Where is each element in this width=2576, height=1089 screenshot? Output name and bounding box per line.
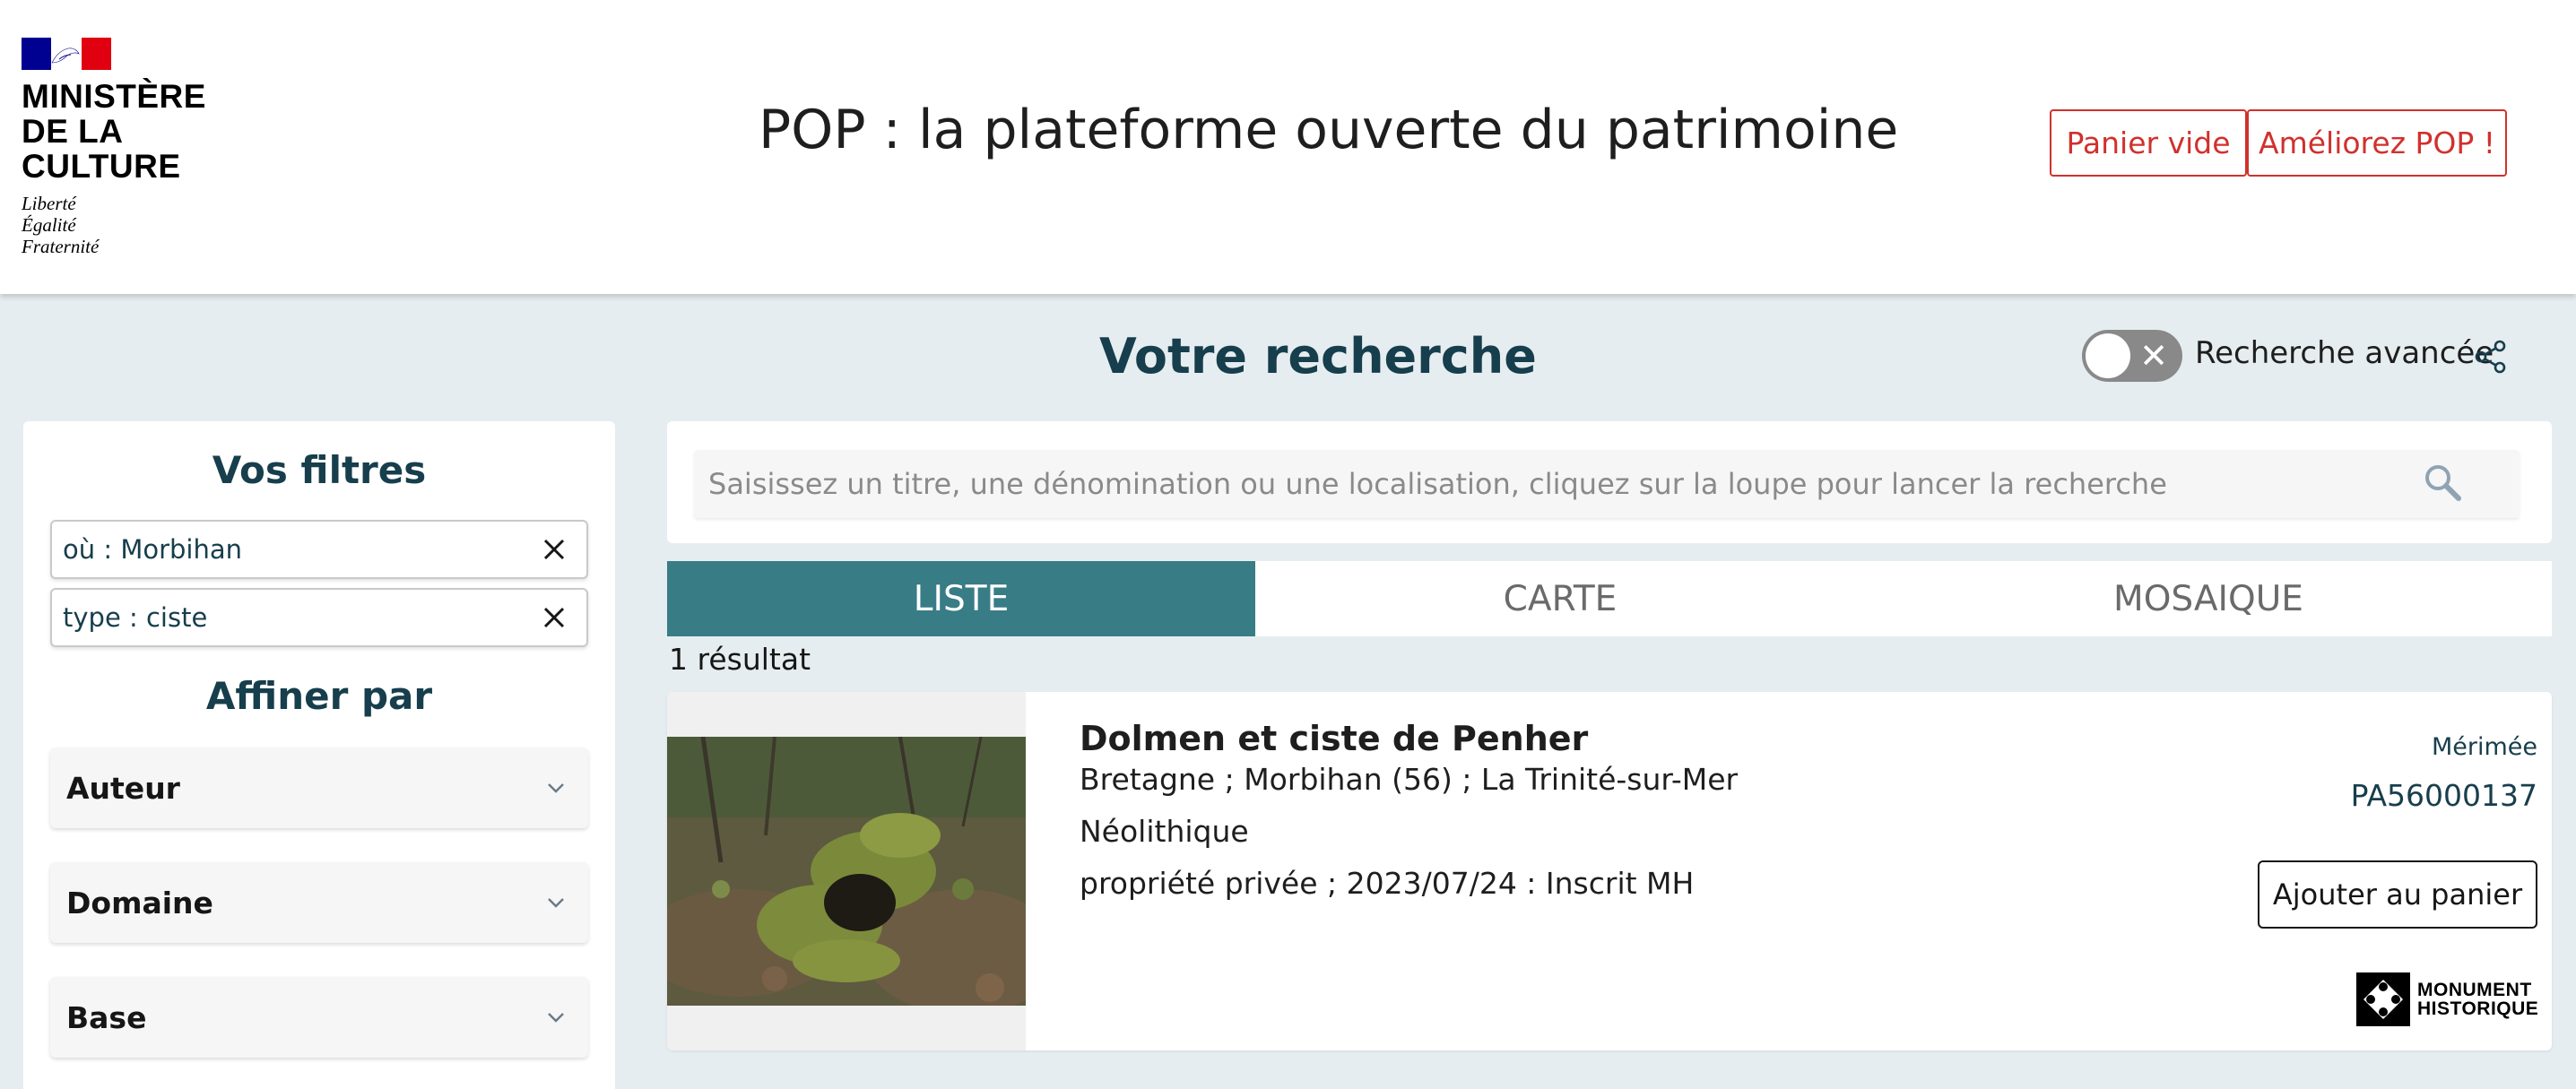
result-reference: PA56000137 — [2350, 778, 2537, 813]
result-base: Mérimée — [2431, 733, 2537, 761]
active-filter-chip[interactable]: type : ciste — [50, 588, 588, 647]
view-tabs: LISTE CARTE MOSAIQUE — [667, 561, 2552, 636]
ministry-name-line1: MINISTÈRE — [22, 78, 206, 115]
facet-auteur[interactable]: Auteur — [50, 748, 588, 828]
filter-chip-label: type : ciste — [63, 602, 208, 633]
chevron-down-icon — [548, 783, 564, 793]
share-icon[interactable] — [2473, 339, 2509, 375]
result-card[interactable]: Dolmen et ciste de Penher Bretagne ; Mor… — [667, 692, 2552, 1050]
close-icon[interactable] — [542, 537, 567, 562]
close-icon[interactable] — [542, 605, 567, 630]
result-status: propriété privée ; 2023/07/24 : Inscrit … — [1080, 866, 1695, 901]
site-title[interactable]: POP : la plateforme ouverte du patrimoin… — [759, 99, 1898, 161]
advanced-search-toggle[interactable]: ✕ — [2082, 330, 2182, 382]
add-to-cart-button[interactable]: Ajouter au panier — [2258, 860, 2537, 929]
facet-label: Base — [66, 1000, 147, 1035]
advanced-search-label[interactable]: Recherche avancée — [2195, 335, 2494, 371]
tab-mosaique[interactable]: MOSAIQUE — [1865, 561, 2552, 636]
toggle-knob — [2086, 333, 2130, 378]
search-panel — [667, 421, 2552, 543]
filters-title: Vos filtres — [212, 448, 427, 492]
facet-label: Domaine — [66, 886, 213, 920]
facet-label: Auteur — [66, 771, 180, 806]
dolmen-photo-image[interactable] — [667, 737, 1026, 1006]
filter-chip-label: où : Morbihan — [63, 534, 243, 565]
monument-historique-icon — [2356, 972, 2410, 1026]
ministry-name-line2: DE LA CULTURE — [22, 113, 181, 185]
search-input[interactable] — [694, 450, 2520, 518]
ministry-logo[interactable]: MINISTÈRE DE LA CULTURE Liberté Égalité … — [22, 38, 291, 257]
search-icon[interactable] — [2421, 461, 2464, 504]
site-header: MINISTÈRE DE LA CULTURE Liberté Égalité … — [0, 0, 2576, 294]
tab-liste[interactable]: LISTE — [667, 561, 1255, 636]
ameliorez-pop-button[interactable]: Améliorez POP ! — [2247, 109, 2507, 177]
facet-base[interactable]: Base — [50, 977, 588, 1058]
marianne-flag-icon — [22, 38, 111, 70]
motto-fraternite: Fraternité — [22, 236, 100, 257]
chevron-down-icon — [548, 898, 564, 908]
result-title[interactable]: Dolmen et ciste de Penher — [1080, 719, 1588, 758]
tab-carte[interactable]: CARTE — [1255, 561, 1865, 636]
badge-text-line1: MONUMENT — [2417, 980, 2532, 1000]
active-filter-chip[interactable]: où : Morbihan — [50, 520, 588, 579]
facet-domaine[interactable]: Domaine — [50, 862, 588, 943]
result-count: 1 résultat — [669, 642, 811, 677]
search-heading: Votre recherche — [1099, 328, 1537, 385]
motto-liberte: Liberté — [22, 193, 76, 214]
panier-button[interactable]: Panier vide — [2050, 109, 2247, 177]
chevron-down-icon — [548, 1013, 564, 1023]
refine-title: Affiner par — [205, 674, 433, 718]
filters-sidebar: Vos filtres où : Morbihan type : ciste A… — [23, 421, 615, 1089]
result-period: Néolithique — [1080, 814, 1249, 849]
badge-text-line2: HISTORIQUE — [2417, 998, 2539, 1019]
motto-egalite: Égalité — [22, 214, 76, 236]
monument-historique-badge: MONUMENT HISTORIQUE — [2356, 972, 2539, 1027]
result-thumbnail[interactable] — [667, 692, 1026, 1050]
result-location: Bretagne ; Morbihan (56) ; La Trinité-su… — [1080, 762, 1739, 797]
toggle-off-icon: ✕ — [2139, 336, 2168, 376]
